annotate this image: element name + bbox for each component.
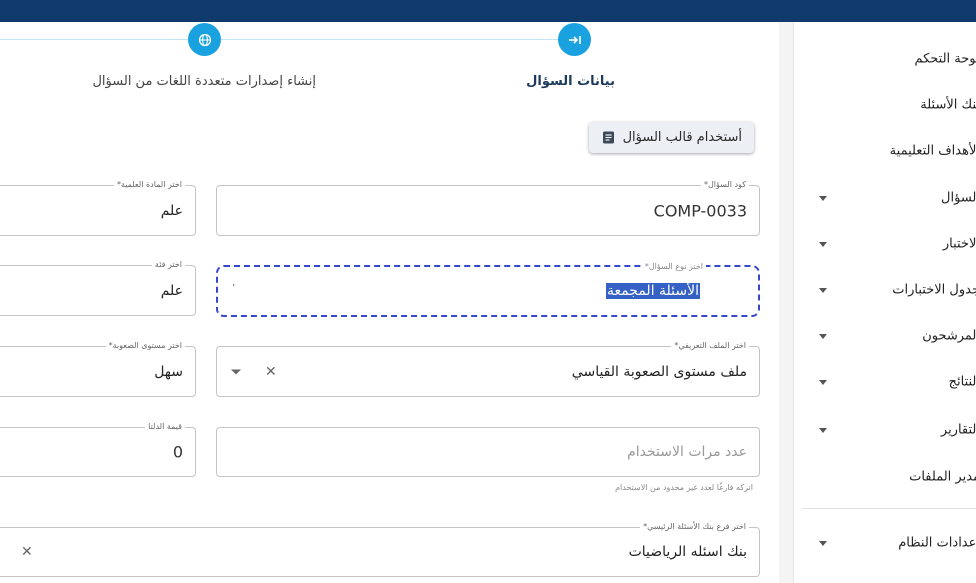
usage-count-placeholder: عدد مرات الاستخدام: [627, 444, 747, 460]
profile-value: ملف مستوى الصعوبة القياسي: [571, 363, 747, 380]
question-type-select[interactable]: اختر نوع السؤال* الأسئلة المجمعة ’: [216, 261, 760, 317]
caret-down-icon: [819, 242, 827, 247]
question-bank-branch-select[interactable]: اختر فرع بنك الأسئلة الرئيسي* بنك اسئله …: [0, 521, 760, 577]
stepper-connector: [0, 39, 575, 40]
subject-label: اختر المادة العلمية*: [113, 179, 185, 191]
category-value: علم: [160, 282, 183, 299]
sidebar-item-dashboard[interactable]: لوحة التحكم: [794, 44, 976, 74]
step-2-globe-icon[interactable]: [188, 23, 221, 56]
caret-down-icon: [819, 196, 827, 201]
profile-select[interactable]: اختر الملف التعريفي* ملف مستوى الصعوبة ا…: [216, 340, 760, 397]
use-question-template-label: أستخدام قالب السؤال: [622, 130, 742, 145]
sidebar-item-question[interactable]: السؤال: [794, 183, 976, 213]
globe-icon: [198, 33, 211, 46]
difficulty-value: سهل: [154, 363, 183, 380]
caret-down-icon: [819, 541, 827, 546]
sidebar-item-label: التقارير: [940, 422, 976, 438]
caret-down-icon: [819, 334, 827, 339]
question-type-selected-text: الأسئلة المجمعة: [605, 283, 700, 299]
sidebar-item-label: بنك الأسئلة: [920, 97, 976, 113]
top-app-bar: [0, 0, 976, 22]
subject-value: علم: [160, 202, 183, 219]
question-type-label: اختر نوع السؤال*: [641, 261, 706, 273]
subject-select[interactable]: اختر المادة العلمية* علم: [0, 179, 196, 236]
delta-value: 0: [172, 442, 183, 462]
sidebar-item-system-settings[interactable]: إعدادات النظام: [794, 528, 976, 558]
question-bank-branch-value: بنك اسئله الرياضيات: [628, 544, 747, 560]
sidebar-nav: لوحة التحكم بنك الأسئلة الأهداف التعليمي…: [793, 22, 976, 583]
sidebar-item-label: جدول الاختبارات: [892, 282, 976, 298]
sidebar-item-learning-objectives[interactable]: الأهداف التعليمية: [794, 136, 976, 166]
text-cursor-icon: ’: [232, 283, 236, 294]
sidebar-gutter: [779, 22, 793, 583]
question-form-page: بيانات السؤال إنشاء إصدارات متعددة اللغا…: [0, 22, 779, 583]
sidebar-item-question-bank[interactable]: بنك الأسئلة: [794, 90, 976, 120]
delta-value-input[interactable]: قيمة الدلتا 0: [0, 421, 196, 477]
sidebar-item-label: مدير الملفات: [909, 469, 976, 485]
usage-count-hint: اتركه فارغًا لعدد غير محدود من الاستخدام: [615, 483, 753, 492]
sidebar-item-label: السؤال: [941, 190, 976, 206]
arrow-right-to-line-icon: [568, 35, 581, 44]
step-2-label[interactable]: إنشاء إصدارات متعددة اللغات من السؤال: [92, 74, 316, 89]
category-label: اختر فئة: [151, 259, 185, 271]
step-1-label[interactable]: بيانات السؤال: [526, 74, 615, 89]
caret-down-icon: [819, 380, 827, 385]
delta-label: قيمة الدلتا: [145, 421, 185, 433]
usage-count-input[interactable]: عدد مرات الاستخدام: [216, 427, 760, 477]
difficulty-select[interactable]: اختر مستوى الصعوبة* سهل: [0, 340, 196, 397]
sidebar-item-candidates[interactable]: المرشحون: [794, 321, 976, 351]
sidebar-item-reports[interactable]: التقارير: [794, 415, 976, 445]
use-question-template-button[interactable]: أستخدام قالب السؤال: [589, 122, 754, 153]
step-1-arrow-icon[interactable]: [558, 23, 591, 56]
sidebar-item-label: الاختبار: [942, 236, 976, 252]
sidebar-item-exam[interactable]: الاختبار: [794, 229, 976, 259]
sidebar-item-label: إعدادات النظام: [898, 535, 976, 551]
question-bank-branch-label: اختر فرع بنك الأسئلة الرئيسي*: [640, 521, 749, 533]
sidebar-item-label: المرشحون: [922, 328, 976, 344]
clear-icon[interactable]: ✕: [21, 544, 33, 560]
question-type-value: الأسئلة المجمعة: [605, 283, 700, 299]
sidebar-item-file-manager[interactable]: مدير الملفات: [794, 462, 976, 492]
caret-down-icon: [819, 288, 827, 293]
category-select[interactable]: اختر فئة علم: [0, 259, 196, 316]
question-code-field[interactable]: كود السؤال* COMP-0033: [216, 179, 760, 236]
sidebar-divider: [802, 508, 976, 509]
sidebar-item-label: لوحة التحكم: [914, 51, 976, 67]
sidebar-item-results[interactable]: النتائج: [794, 367, 976, 397]
profile-label: اختر الملف التعريفي*: [671, 340, 749, 352]
difficulty-label: اختر مستوى الصعوبة*: [105, 340, 185, 352]
document-icon: [602, 131, 614, 144]
sidebar-item-label: النتائج: [948, 374, 976, 390]
question-code-label: كود السؤال*: [700, 179, 749, 191]
sidebar-item-exam-schedule[interactable]: جدول الاختبارات: [794, 275, 976, 305]
caret-down-icon: [819, 428, 827, 433]
chevron-down-icon[interactable]: [231, 369, 241, 374]
sidebar-item-label: الأهداف التعليمية: [889, 143, 976, 159]
clear-icon[interactable]: ✕: [265, 364, 277, 380]
question-code-value: COMP-0033: [653, 201, 747, 220]
